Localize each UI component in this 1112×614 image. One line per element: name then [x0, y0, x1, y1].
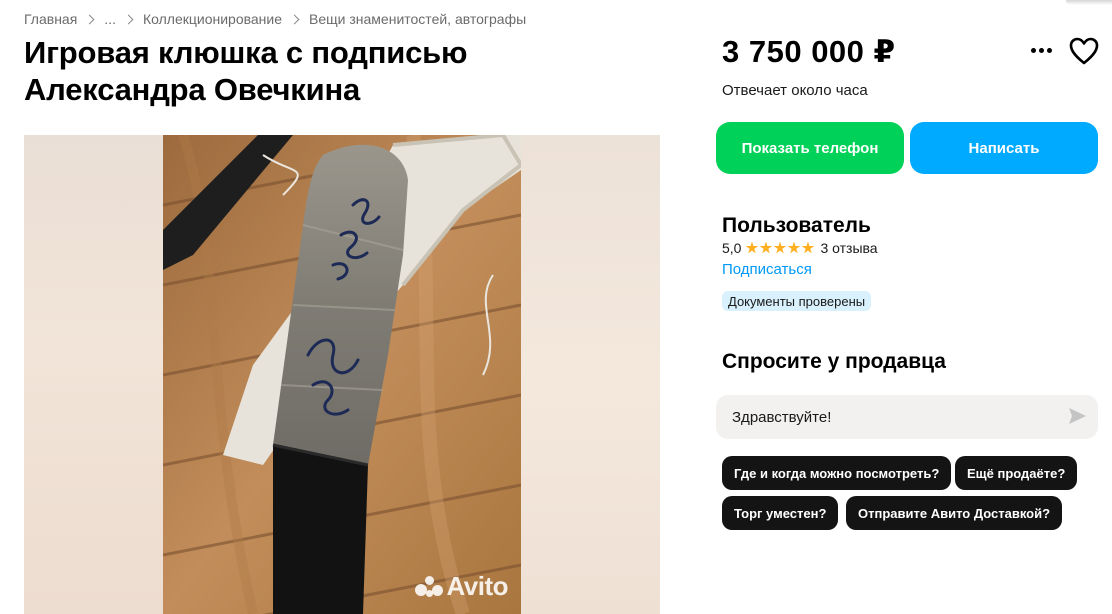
price: 3 750 000 ₽	[722, 34, 896, 69]
avito-watermark: Avito	[415, 571, 508, 602]
heart-icon[interactable]	[1068, 36, 1100, 66]
subscribe-link[interactable]: Подписаться	[722, 261, 812, 278]
photo-gallery[interactable]: Avito	[24, 135, 660, 614]
hockey-stick-photo	[163, 135, 521, 614]
breadcrumb-home[interactable]: Главная	[24, 11, 77, 27]
star-icon	[759, 241, 773, 254]
seller-rating: 5,0 3 отзыва	[722, 240, 878, 256]
gallery-blur-right	[521, 135, 660, 614]
breadcrumb: Главная ... Коллекционирование Вещи знам…	[24, 11, 526, 27]
chevron-right-icon	[123, 14, 134, 24]
quick-question-chip[interactable]: Торг уместен?	[722, 496, 839, 530]
quick-question-chip[interactable]: Отправите Авито Доставкой?	[846, 496, 1063, 530]
rating-value: 5,0	[722, 240, 742, 256]
gallery-blur-left	[24, 135, 163, 614]
listing-title: Игровая клюшка с подписью Александра Ове…	[24, 35, 468, 107]
top-edge-shadow	[1066, 0, 1112, 5]
star-icon	[787, 241, 801, 254]
quick-question-chip[interactable]: Ещё продаёте?	[955, 456, 1078, 490]
send-arrow-icon[interactable]	[1066, 405, 1088, 427]
write-message-button[interactable]: Написать	[910, 122, 1098, 174]
avito-logo-icon	[415, 575, 444, 599]
rating-stars	[745, 241, 815, 255]
avito-watermark-text: Avito	[446, 571, 508, 601]
chevron-right-icon	[289, 14, 300, 24]
breadcrumb-ellipsis[interactable]: ...	[104, 11, 116, 27]
quick-question-chip[interactable]: Где и когда можно посмотреть?	[722, 456, 952, 490]
breadcrumb-collecting[interactable]: Коллекционирование	[143, 11, 282, 27]
star-icon	[745, 241, 759, 254]
star-icon	[801, 241, 815, 254]
message-input[interactable]	[716, 395, 1098, 439]
more-dots-icon[interactable]	[1026, 36, 1056, 64]
star-icon	[773, 241, 787, 254]
main-photo[interactable]	[163, 135, 521, 614]
documents-verified-badge: Документы проверены	[722, 291, 872, 311]
seller-name[interactable]: Пользователь	[722, 214, 871, 238]
ask-seller-title: Спросите у продавца	[722, 350, 946, 373]
response-time: Отвечает около часа	[722, 82, 868, 99]
breadcrumb-celebrity-items[interactable]: Вещи знаменитостей, автографы	[309, 11, 526, 27]
chevron-right-icon	[84, 14, 95, 24]
show-phone-button[interactable]: Показать телефон	[716, 122, 904, 174]
reviews-count[interactable]: 3 отзыва	[820, 240, 877, 256]
